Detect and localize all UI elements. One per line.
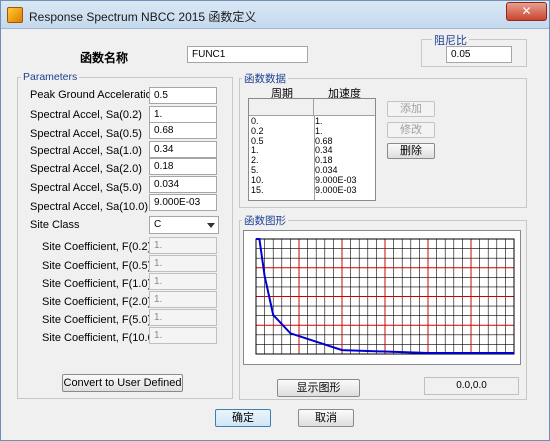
function-graph-canvas[interactable]: [243, 230, 521, 365]
chevron-down-icon: [207, 223, 215, 228]
site-class-select[interactable]: C: [149, 216, 219, 234]
table-row[interactable]: 0.5 0.68: [249, 136, 375, 147]
coef-label-f100: Site Coefficient, F(10.0): [42, 332, 158, 344]
param-label-sa20: Spectral Accel, Sa(2.0): [30, 163, 142, 175]
function-name-label: 函数名称: [80, 51, 129, 65]
param-label-sa50: Spectral Accel, Sa(5.0): [30, 182, 142, 194]
site-class-label: Site Class: [30, 219, 80, 231]
coef-input-f20: 1.: [149, 291, 217, 308]
param-input-sa05[interactable]: 0.68: [149, 122, 217, 139]
app-icon: [7, 7, 23, 23]
modify-button[interactable]: 修改: [387, 122, 435, 138]
param-input-pga[interactable]: 0.5: [149, 87, 217, 104]
title-bar[interactable]: Response Spectrum NBCC 2015 函数定义 ✕: [1, 1, 549, 29]
function-data-table[interactable]: 0. 1. 0.2 1. 0.5 0.68 1. 0.34 2. 0.18 5. 0.034…: [248, 98, 376, 201]
coef-input-f50: 1.: [149, 309, 217, 326]
ok-button[interactable]: 确定: [215, 409, 271, 427]
param-label-sa10: Spectral Accel, Sa(1.0): [30, 145, 142, 157]
coef-label-f50: Site Coefficient, F(5.0): [42, 314, 152, 326]
delete-button[interactable]: 删除: [387, 143, 435, 159]
param-input-sa100[interactable]: 9.000E-03: [149, 194, 217, 211]
coef-label-f05: Site Coefficient, F(0.5): [42, 260, 152, 272]
param-input-sa20[interactable]: 0.18: [149, 158, 217, 175]
param-label-sa100: Spectral Accel, Sa(10.0): [30, 201, 149, 213]
param-input-sa50[interactable]: 0.034: [149, 176, 217, 193]
convert-user-defined-button[interactable]: Convert to User Defined: [62, 374, 183, 392]
coef-input-f10: 1.: [149, 273, 217, 290]
response-spectrum-chart: [255, 238, 515, 355]
dialog-window: Response Spectrum NBCC 2015 函数定义 ✕ 函数名称 …: [0, 0, 550, 441]
coef-input-f100: 1.: [149, 327, 217, 344]
accel-cell: 9.000E-03: [315, 184, 357, 195]
coef-label-f10: Site Coefficient, F(1.0): [42, 278, 152, 290]
table-body: 0. 1. 0.2 1. 0.5 0.68 1. 0.34 2. 0.18 5. 0.034…: [249, 116, 375, 196]
function-data-title: 函数数据: [242, 71, 288, 86]
damping-input[interactable]: 0.05: [446, 46, 512, 63]
period-cell: 15.: [251, 184, 264, 195]
function-name-input[interactable]: FUNC1: [187, 46, 308, 63]
table-row[interactable]: 1. 0.34: [249, 146, 375, 156]
param-input-sa02[interactable]: 1.: [149, 106, 217, 123]
coef-label-f20: Site Coefficient, F(2.0): [42, 296, 152, 308]
coordinate-readout: 0.0,0.0: [424, 377, 519, 395]
param-input-sa10[interactable]: 0.34: [149, 141, 217, 158]
table-input-row[interactable]: [249, 99, 375, 116]
add-button[interactable]: 添加: [387, 101, 435, 117]
table-row[interactable]: 15. 9.000E-03: [249, 184, 375, 196]
site-class-value: C: [154, 219, 162, 230]
show-graph-button[interactable]: 显示图形: [277, 379, 360, 397]
table-row[interactable]: 0. 1.: [249, 116, 375, 127]
window-title: Response Spectrum NBCC 2015 函数定义: [29, 10, 257, 24]
coef-input-f05: 1.: [149, 255, 217, 272]
coef-input-f02: 1.: [149, 237, 217, 254]
param-label-sa02: Spectral Accel, Sa(0.2): [30, 109, 142, 121]
parameters-title: Parameters: [21, 71, 80, 83]
param-label-pga: Peak Ground Acceleration: [30, 89, 158, 101]
param-label-sa05: Spectral Accel, Sa(0.5): [30, 128, 142, 140]
close-button[interactable]: ✕: [506, 2, 547, 21]
cancel-button[interactable]: 取消: [298, 409, 354, 427]
coef-label-f02: Site Coefficient, F(0.2): [42, 241, 152, 253]
table-row[interactable]: 0.2 1.: [249, 126, 375, 137]
table-row[interactable]: 2. 0.18: [249, 155, 375, 166]
period-input-cell[interactable]: [249, 99, 314, 116]
function-graph-title: 函数图形: [242, 213, 288, 228]
